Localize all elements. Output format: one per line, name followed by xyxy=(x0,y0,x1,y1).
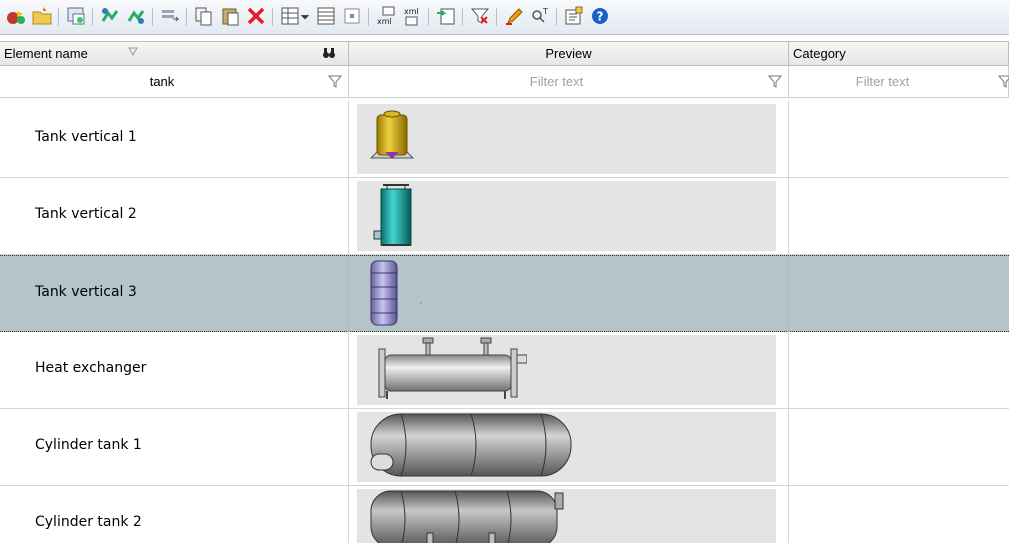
column-header-preview[interactable]: Preview xyxy=(349,42,789,66)
table-row[interactable]: Cylinder tank 1 xyxy=(0,409,1009,486)
binoculars-icon[interactable] xyxy=(322,46,336,60)
svg-text:xml: xml xyxy=(404,7,419,16)
clear-filter-icon[interactable] xyxy=(468,4,492,28)
copy-icon[interactable] xyxy=(192,4,216,28)
toolbar-separator xyxy=(152,8,153,26)
tank-vertical-purple-icon xyxy=(370,260,422,326)
column-header-category[interactable]: Category xyxy=(789,42,1009,66)
heat-exchanger-icon xyxy=(378,337,527,399)
move-icon[interactable] xyxy=(158,4,182,28)
toolbar-separator xyxy=(556,8,557,26)
cell-element-name: Cylinder tank 2 xyxy=(0,486,349,543)
tank-vertical-gold-icon xyxy=(369,110,415,159)
filter-cell-name[interactable]: tank xyxy=(0,66,349,98)
toolbar-separator xyxy=(272,8,273,26)
toolbar-separator xyxy=(92,8,93,26)
tank-vertical-teal-icon xyxy=(373,184,412,246)
filter-funnel-icon[interactable] xyxy=(328,75,342,89)
filter-name-input[interactable]: tank xyxy=(0,74,324,89)
column-header-label: Element name xyxy=(4,46,88,61)
table-row[interactable]: Tank vertical 1 xyxy=(0,101,1009,178)
filter-cell-preview[interactable]: Filter text xyxy=(349,66,789,98)
toolbar-separator xyxy=(368,8,369,26)
cell-element-name: Tank vertical 1 xyxy=(0,101,349,177)
xml-import-icon[interactable]: xml xyxy=(374,4,398,28)
filter-funnel-icon[interactable] xyxy=(998,75,1009,89)
element-name-label: Cylinder tank 2 xyxy=(35,514,142,530)
cell-element-name: Heat exchanger xyxy=(0,332,349,408)
delete-icon[interactable] xyxy=(244,4,268,28)
cell-element-name: Tank vertical 3 xyxy=(0,256,349,332)
column-header-label: Category xyxy=(793,46,846,61)
filter-cell-category[interactable]: Filter text xyxy=(789,66,1009,98)
cell-preview xyxy=(349,256,789,332)
column-header-label: Preview xyxy=(545,46,592,61)
cell-element-name: Tank vertical 2 xyxy=(0,178,349,254)
cylinder-tank-icon xyxy=(370,413,572,477)
sort-indicator-icon xyxy=(128,47,138,57)
cell-preview xyxy=(349,178,789,254)
element-name-label: Tank vertical 2 xyxy=(35,206,137,222)
help-icon[interactable]: ? xyxy=(588,4,612,28)
table-row[interactable]: Tank vertical 3 xyxy=(0,255,1009,332)
toolbar-separator xyxy=(462,8,463,26)
export-green-icon[interactable] xyxy=(124,4,148,28)
svg-text:T: T xyxy=(542,7,548,16)
table-row[interactable]: Tank vertical 2 xyxy=(0,178,1009,255)
filter-preview-input[interactable]: Filter text xyxy=(349,74,764,89)
cell-element-name: Cylinder tank 1 xyxy=(0,409,349,485)
element-name-label: Tank vertical 3 xyxy=(35,284,137,300)
image-icon[interactable] xyxy=(64,4,88,28)
filter-category-input[interactable]: Filter text xyxy=(789,74,976,89)
view-list-icon[interactable] xyxy=(314,4,338,28)
table-row[interactable]: Cylinder tank 2 xyxy=(0,486,1009,543)
cell-preview xyxy=(349,101,789,177)
toolbar: xml xml T ? xyxy=(0,0,1009,35)
import-icon[interactable] xyxy=(434,4,458,28)
paste-icon[interactable] xyxy=(218,4,242,28)
cell-preview xyxy=(349,486,789,543)
column-header-element-name[interactable]: Element name xyxy=(0,42,349,66)
element-name-label: Tank vertical 1 xyxy=(35,129,137,145)
new-element-icon[interactable] xyxy=(4,4,28,28)
toolbar-separator xyxy=(58,8,59,26)
cell-preview xyxy=(349,409,789,485)
edit-pencil-icon[interactable] xyxy=(502,4,526,28)
view-small-icon[interactable] xyxy=(340,4,364,28)
xml-export-icon[interactable]: xml xyxy=(400,4,424,28)
cell-preview xyxy=(349,332,789,408)
table-row[interactable]: Heat exchanger xyxy=(0,332,1009,409)
add-green-icon[interactable] xyxy=(98,4,122,28)
element-name-label: Heat exchanger xyxy=(35,360,147,376)
dropdown-arrow-icon[interactable] xyxy=(298,4,312,28)
toolbar-separator xyxy=(496,8,497,26)
cylinder-tank-legs-icon xyxy=(370,490,564,543)
open-folder-icon[interactable] xyxy=(30,4,54,28)
element-name-label: Cylinder tank 1 xyxy=(35,437,142,453)
svg-text:?: ? xyxy=(597,10,604,24)
svg-text:xml: xml xyxy=(377,17,392,26)
toolbar-separator xyxy=(186,8,187,26)
filter-funnel-icon[interactable] xyxy=(768,75,782,89)
search-text-icon[interactable]: T xyxy=(528,4,552,28)
toolbar-separator xyxy=(428,8,429,26)
properties-icon[interactable] xyxy=(562,4,586,28)
